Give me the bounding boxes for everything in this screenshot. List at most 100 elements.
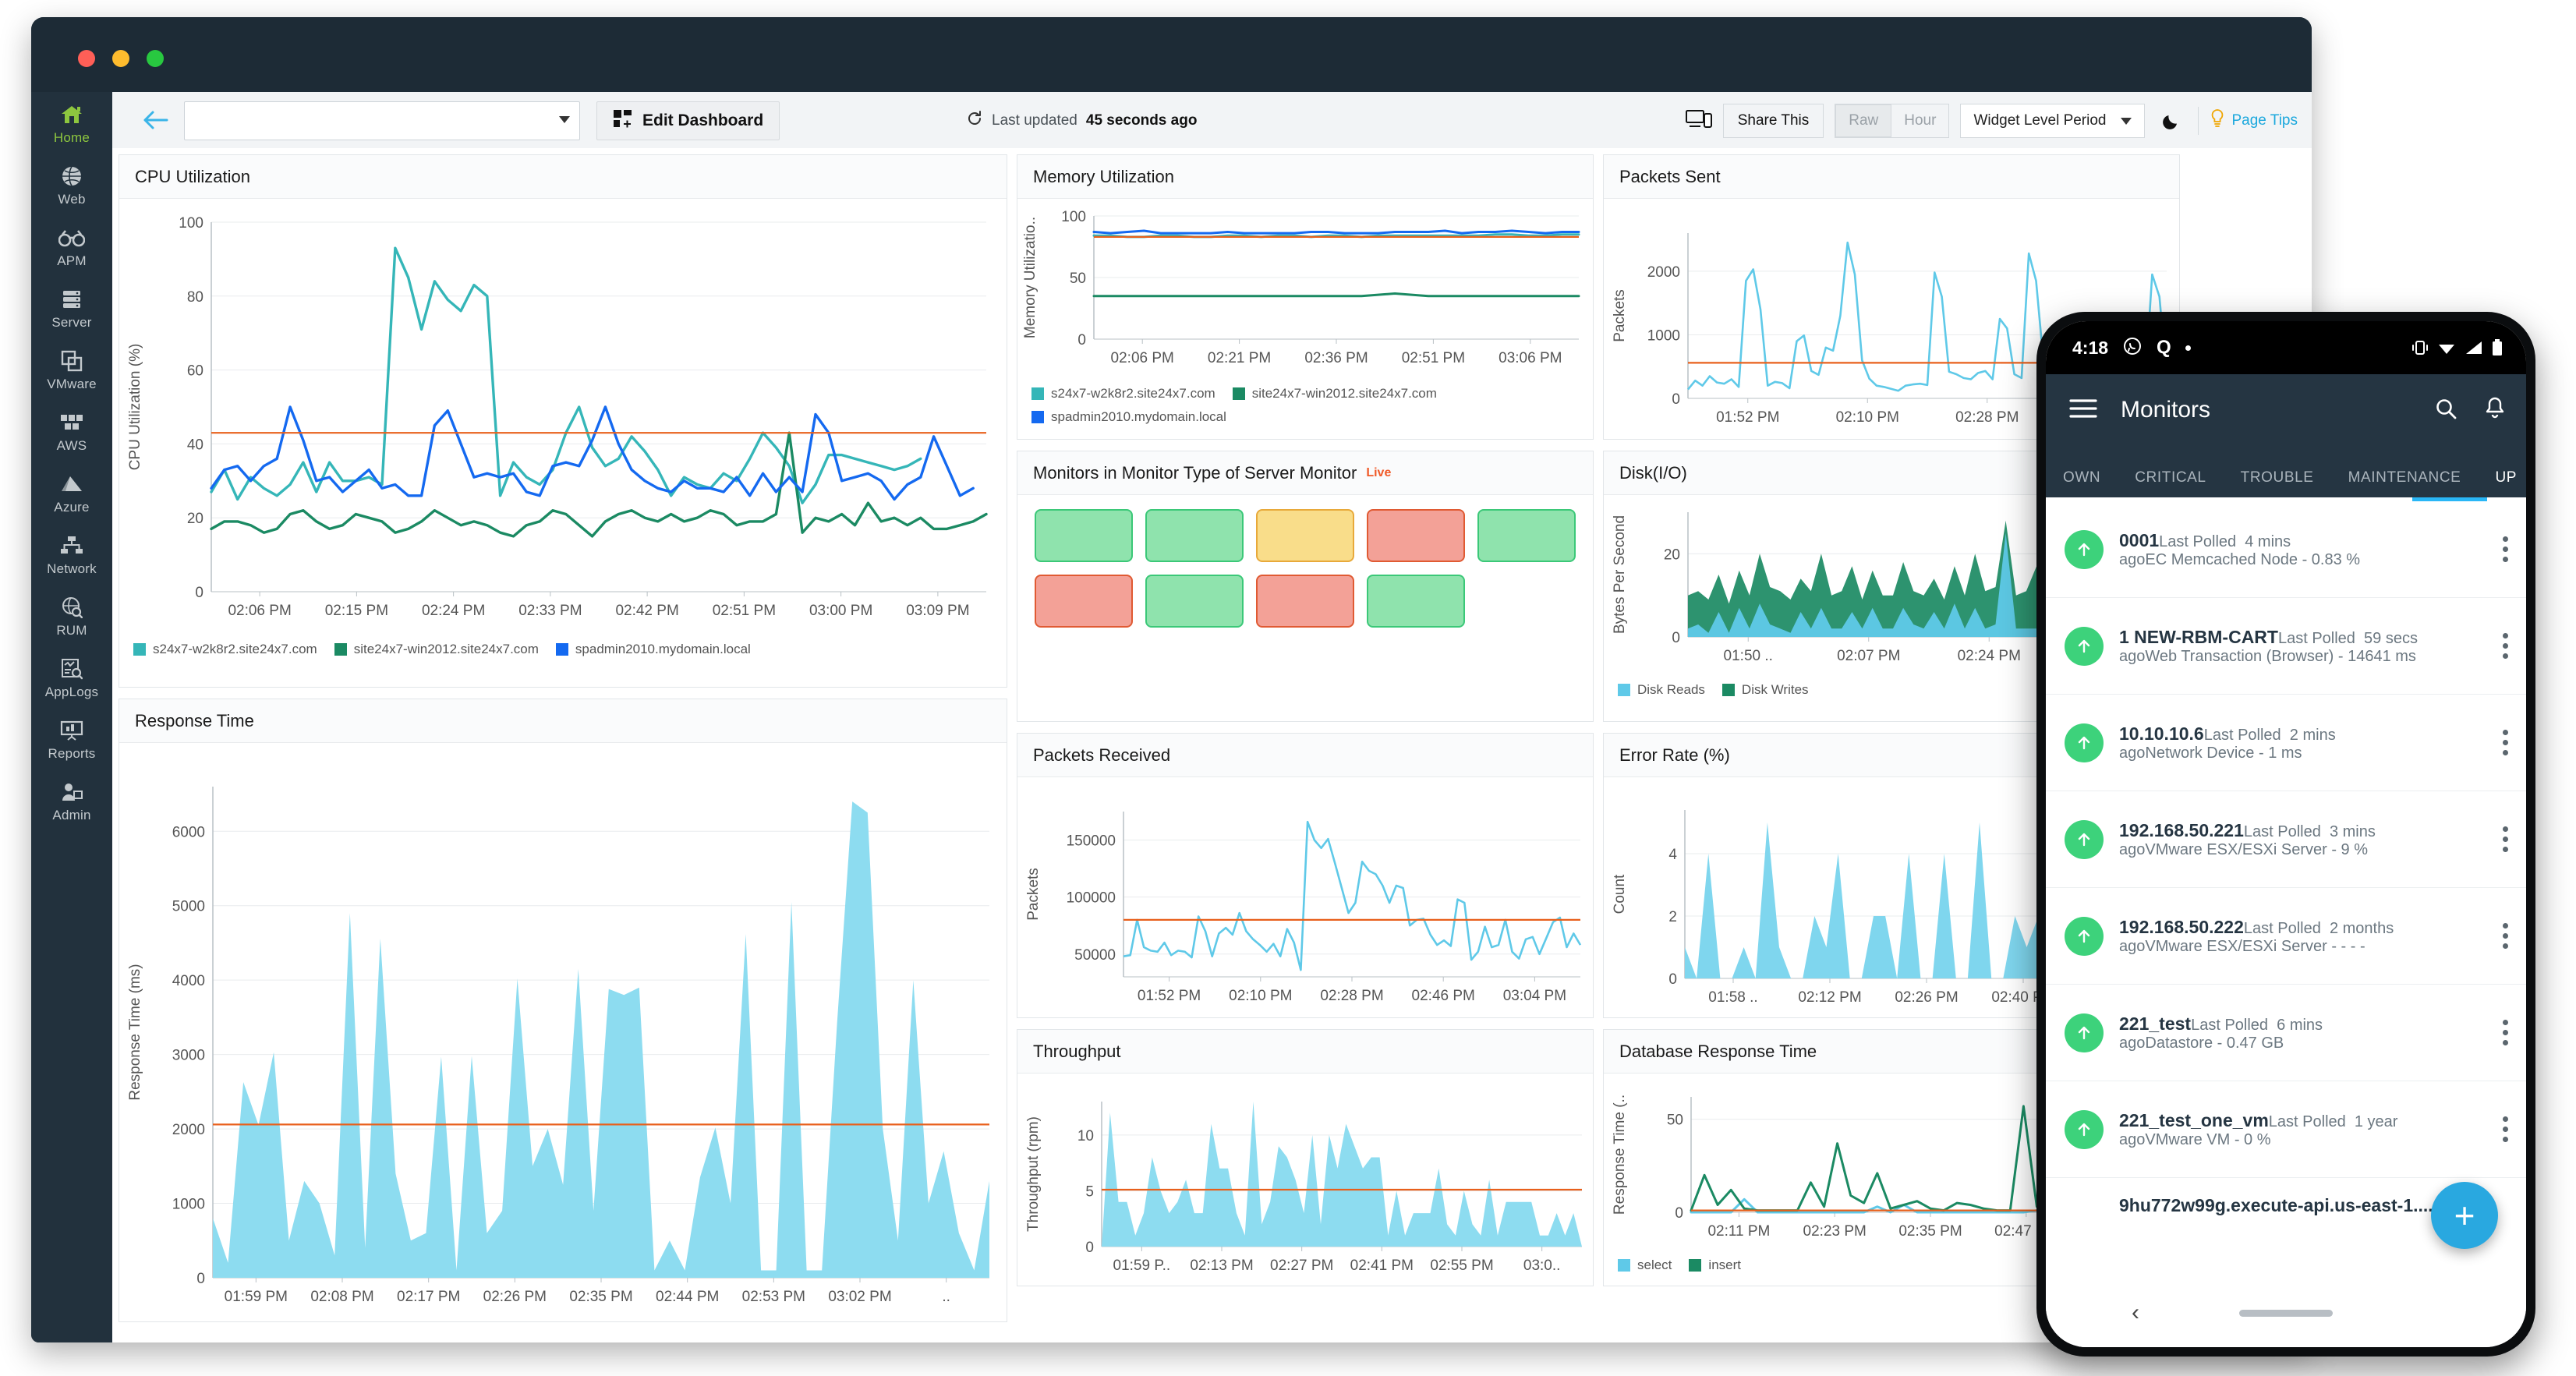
status-up-icon xyxy=(2065,916,2104,956)
memory-chart[interactable]: 0 50 100 02:06 PM 02:21 PM 02:36 PM 02:51 PM 03… xyxy=(1017,199,1593,380)
segment-hour[interactable]: Hour xyxy=(1891,104,1948,137)
window-titlebar xyxy=(31,17,2312,92)
sidebar-item-reports[interactable]: Reports xyxy=(31,708,112,769)
edit-dashboard-button[interactable]: Edit Dashboard xyxy=(596,101,780,140)
devices-icon[interactable] xyxy=(1685,108,1712,134)
legend-label: select xyxy=(1637,1258,1672,1272)
svg-text:80: 80 xyxy=(187,289,203,306)
nav-back-icon[interactable]: ‹ xyxy=(2132,1300,2139,1326)
phone-tab-critical[interactable]: CRITICAL xyxy=(2118,469,2223,497)
bell-icon[interactable] xyxy=(2484,397,2506,424)
monitor-tile-crit[interactable] xyxy=(1256,575,1354,628)
sidebar-item-label: Network xyxy=(47,561,97,576)
legend-item[interactable]: select xyxy=(1618,1258,1672,1273)
chevron-down-icon xyxy=(559,116,570,123)
sidebar-item-applogs[interactable]: AppLogs xyxy=(31,646,112,708)
monitor-tile-crit[interactable] xyxy=(1367,509,1465,562)
sidebar-item-server[interactable]: Server xyxy=(31,277,112,338)
window-close-button[interactable] xyxy=(78,50,95,67)
svg-text:1000: 1000 xyxy=(1647,327,1680,344)
sidebar-item-rum[interactable]: RUM xyxy=(31,585,112,646)
segment-raw[interactable]: Raw xyxy=(1835,104,1892,137)
monitor-tile-ok[interactable] xyxy=(1145,575,1244,628)
monitor-tile-crit[interactable] xyxy=(1035,575,1133,628)
window-maximize-button[interactable] xyxy=(147,50,164,67)
monitor-tile-warn[interactable] xyxy=(1256,509,1354,562)
sidebar-item-home[interactable]: Home xyxy=(31,92,112,154)
monitor-meta: Datastore - 0.47 GB xyxy=(2145,1034,2284,1052)
widget-header: Packets Sent xyxy=(1604,155,2179,199)
svg-text:50000: 50000 xyxy=(1074,947,1116,964)
monitor-list-item[interactable]: 1 NEW-RBM-CARTLast Polled 59 secs agoWeb… xyxy=(2046,598,2526,695)
monitor-list-item[interactable]: 0001Last Polled 4 mins agoEC Memcached N… xyxy=(2046,501,2526,598)
monitor-name: 1 NEW-RBM-CART xyxy=(2119,626,2278,647)
sidebar-item-azure[interactable]: Azure xyxy=(31,462,112,523)
monitor-overflow-menu-icon[interactable] xyxy=(2501,633,2509,659)
search-icon[interactable] xyxy=(2434,397,2457,424)
legend-item[interactable]: spadmin2010.mydomain.local xyxy=(1031,409,1226,425)
phone-tab-trouble[interactable]: TROUBLE xyxy=(2224,469,2331,497)
monitor-meta: Web Transaction (Browser) - 14641 ms xyxy=(2145,647,2416,665)
monitor-overflow-menu-icon[interactable] xyxy=(2501,1020,2509,1045)
packets-received-chart[interactable]: 50000 100000 150000 01:52 PM 02:10 PM 02:28 P… xyxy=(1017,777,1593,1017)
sidebar-item-aws[interactable]: AWS xyxy=(31,400,112,462)
svg-text:02:35 PM: 02:35 PM xyxy=(1898,1223,1962,1240)
legend-item[interactable]: spadmin2010.mydomain.local xyxy=(555,642,751,657)
phone-tab-up[interactable]: UP xyxy=(2478,469,2526,497)
monitor-tile-ok[interactable] xyxy=(1477,509,1576,562)
dark-mode-toggle[interactable] xyxy=(2156,104,2187,138)
phone-tab-own[interactable]: OWN xyxy=(2046,469,2118,497)
widget-monitors-in-type: Monitors in Monitor Type of Server Monit… xyxy=(1017,451,1594,722)
last-updated-prefix: Last updated xyxy=(992,112,1077,129)
legend-item[interactable]: site24x7-win2012.site24x7.com xyxy=(334,642,539,657)
monitor-tile-ok[interactable] xyxy=(1145,509,1244,562)
legend-item[interactable]: s24x7-w2k8r2.site24x7.com xyxy=(133,642,317,657)
monitor-overflow-menu-icon[interactable] xyxy=(2501,536,2509,562)
add-monitor-fab[interactable]: + xyxy=(2431,1182,2498,1249)
monitor-overflow-menu-icon[interactable] xyxy=(2501,826,2509,852)
cpu-chart[interactable]: 0 20 40 60 80 100 02:06 PM 02:15 PM 02:24 PM 02:3… xyxy=(119,199,1007,635)
throughput-chart[interactable]: 0 5 10 01:59 P.. 02:13 PM 02:27 PM 02:41 PM 02:… xyxy=(1017,1074,1593,1286)
sidebar-item-vmware[interactable]: VMware xyxy=(31,338,112,400)
svg-text:02:11 PM: 02:11 PM xyxy=(1707,1223,1770,1240)
sidebar-item-web[interactable]: Web xyxy=(31,154,112,215)
phone-app-bar: Monitors xyxy=(2046,374,2526,446)
legend-item[interactable]: Disk Reads xyxy=(1618,682,1705,698)
legend-item[interactable]: site24x7-win2012.site24x7.com xyxy=(1232,386,1437,401)
monitor-list-item[interactable]: 192.168.50.222Last Polled 2 months agoVM… xyxy=(2046,888,2526,985)
legend-label: insert xyxy=(1708,1258,1741,1272)
hamburger-icon[interactable] xyxy=(2069,398,2097,423)
legend-item[interactable]: insert xyxy=(1689,1258,1741,1273)
svg-text:100: 100 xyxy=(1061,209,1086,225)
legend-item[interactable]: Disk Writes xyxy=(1721,682,1809,698)
svg-text:01:59 P..: 01:59 P.. xyxy=(1113,1258,1171,1274)
monitor-name: 0001 xyxy=(2119,529,2160,550)
monitor-tile-ok[interactable] xyxy=(1367,575,1465,628)
dashboard-select[interactable] xyxy=(184,101,580,140)
share-this-button[interactable]: Share This xyxy=(1722,104,1824,138)
response-time-chart[interactable]: 0 1000 2000 3000 4000 5000 6000 01:59 PM 02:08 P… xyxy=(119,743,1007,1321)
monitor-list-item[interactable]: 221_testLast Polled 6 mins agoDatastore … xyxy=(2046,985,2526,1081)
phone-tab-maintenance[interactable]: MAINTENANCE xyxy=(2331,469,2479,497)
back-arrow-icon[interactable] xyxy=(142,108,168,133)
monitor-list-item[interactable]: 192.168.50.221Last Polled 3 mins agoVMwa… xyxy=(2046,791,2526,888)
home-pill-icon[interactable] xyxy=(2239,1309,2333,1317)
applogs-icon xyxy=(31,656,112,682)
svg-text:Count: Count xyxy=(1612,874,1628,914)
refresh-icon[interactable] xyxy=(966,110,983,132)
monitor-list-item[interactable]: 221_test_one_vmLast Polled 1 year agoVMw… xyxy=(2046,1081,2526,1178)
window-minimize-button[interactable] xyxy=(112,50,129,67)
widget-level-period-select[interactable]: Widget Level Period xyxy=(1960,104,2145,138)
page-tips-button[interactable]: Page Tips xyxy=(2210,109,2298,133)
sidebar-item-apm[interactable]: APM xyxy=(31,215,112,277)
toolbar-divider xyxy=(2197,107,2199,135)
sidebar-item-admin[interactable]: Admin xyxy=(31,769,112,831)
monitor-overflow-menu-icon[interactable] xyxy=(2501,730,2509,755)
monitor-overflow-menu-icon[interactable] xyxy=(2501,1116,2509,1142)
sidebar-item-network[interactable]: Network xyxy=(31,523,112,585)
monitor-overflow-menu-icon[interactable] xyxy=(2501,923,2509,949)
legend-item[interactable]: s24x7-w2k8r2.site24x7.com xyxy=(1031,386,1215,401)
monitor-list-item[interactable]: 10.10.10.6Last Polled 2 mins agoNetwork … xyxy=(2046,695,2526,791)
svg-text:..: .. xyxy=(942,1289,950,1305)
monitor-tile-ok[interactable] xyxy=(1035,509,1133,562)
